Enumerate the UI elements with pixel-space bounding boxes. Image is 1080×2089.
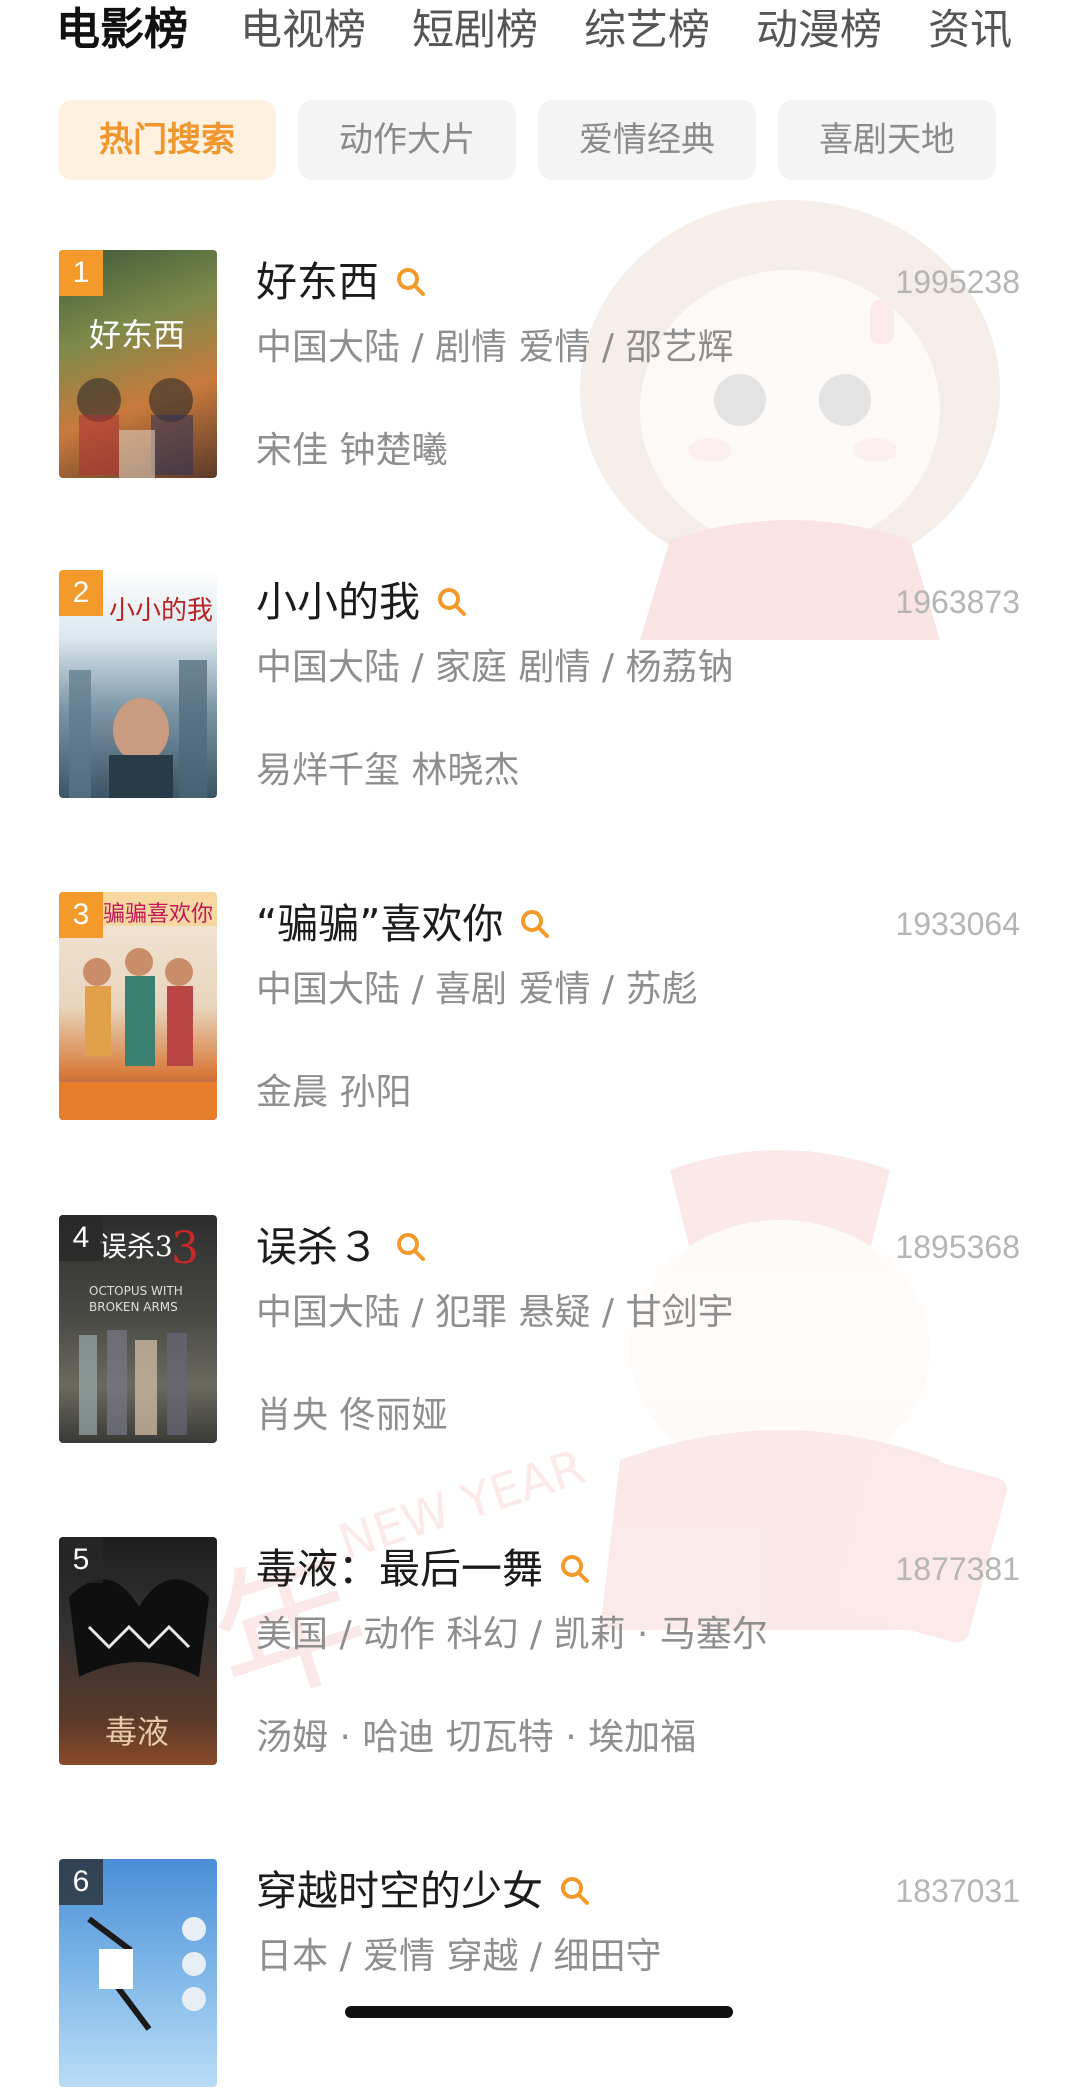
rank-badge: 6 [59, 1859, 103, 1905]
tab-variety-chart[interactable]: 综艺榜 [584, 0, 710, 60]
rank-badge: 1 [59, 250, 103, 296]
movie-title[interactable]: 好东西 [256, 258, 379, 306]
tab-movie-chart[interactable]: 电影榜 [56, 0, 188, 60]
search-icon[interactable] [519, 908, 551, 940]
tab-anime-chart[interactable]: 动漫榜 [756, 0, 882, 60]
search-count: 1995238 [895, 264, 1020, 300]
search-count: 1895368 [895, 1229, 1020, 1265]
title-row: 毒液：最后一舞 [256, 1539, 591, 1599]
title-row: 好东西 [256, 252, 427, 312]
poster-title: 误杀3 [99, 1230, 173, 1263]
movie-cast: 汤姆 · 哈迪 切瓦特 · 埃加福 [256, 1717, 697, 1758]
movie-title[interactable]: 毒液：最后一舞 [256, 1545, 543, 1593]
chip-romance[interactable]: 爱情经典 [538, 100, 756, 180]
movie-title[interactable]: 穿越时空的少女 [256, 1867, 543, 1915]
list-item[interactable]: 好东西 1 好东西 1995238 中国大陆 / 剧情 爱情 / 邵艺辉 宋佳 … [0, 250, 1080, 480]
movie-title[interactable]: “骗骗”喜欢你 [256, 900, 503, 948]
tab-news[interactable]: 资讯 [928, 0, 1012, 60]
svg-text:3: 3 [171, 1223, 199, 1274]
list-item[interactable]: 毒液 5 毒液：最后一舞 1877381 美国 / 动作 科幻 / 凯莉 · 马… [0, 1537, 1080, 1767]
movie-title[interactable]: 小小的我 [256, 578, 420, 626]
search-icon[interactable] [559, 1875, 591, 1907]
poster-title: 骗骗喜欢你 [103, 902, 214, 927]
chip-comedy[interactable]: 喜剧天地 [778, 100, 996, 180]
movie-cast: 肖央 佟丽娅 [256, 1395, 448, 1436]
home-indicator[interactable] [345, 2006, 733, 2018]
movie-poster[interactable]: 骗骗喜欢你 3 [59, 892, 217, 1120]
movie-meta: 中国大陆 / 犯罪 悬疑 / 甘剑宇 [256, 1292, 734, 1333]
movie-poster[interactable]: 好东西 1 [59, 250, 217, 478]
search-icon[interactable] [395, 266, 427, 298]
movie-meta: 中国大陆 / 家庭 剧情 / 杨荔钠 [256, 647, 734, 688]
tab-short-drama-chart[interactable]: 短剧榜 [412, 0, 538, 60]
search-count: 1963873 [895, 584, 1020, 620]
poster-title: 好东西 [89, 316, 186, 354]
rank-badge: 5 [59, 1537, 103, 1583]
title-row: 小小的我 [256, 572, 468, 632]
search-count: 1933064 [895, 906, 1020, 942]
title-row: “骗骗”喜欢你 [256, 894, 551, 954]
chip-action[interactable]: 动作大片 [298, 100, 516, 180]
movie-title[interactable]: 误杀３ [256, 1223, 379, 1271]
list-item[interactable]: 小小的我 2 小小的我 1963873 中国大陆 / 家庭 剧情 / 杨荔钠 易… [0, 570, 1080, 800]
movie-poster[interactable]: 3 OCTOPUS WITH BROKEN ARMS 误杀3 4 [59, 1215, 217, 1443]
search-icon[interactable] [559, 1553, 591, 1585]
title-row: 穿越时空的少女 [256, 1861, 591, 1921]
rank-badge: 4 [59, 1215, 103, 1261]
movie-meta: 美国 / 动作 科幻 / 凯莉 · 马塞尔 [256, 1614, 768, 1655]
movie-poster[interactable]: 毒液 5 [59, 1537, 217, 1765]
search-count: 1837031 [895, 1873, 1020, 1909]
movie-cast: 易烊千玺 林晓杰 [256, 750, 520, 791]
svg-text:OCTOPUS WITH: OCTOPUS WITH [89, 1284, 183, 1298]
movie-meta: 日本 / 爱情 穿越 / 细田守 [256, 1936, 662, 1977]
poster-title: 毒液 [105, 1713, 170, 1751]
movie-poster[interactable]: 小小的我 2 [59, 570, 217, 798]
list-item[interactable]: 骗骗喜欢你 3 “骗骗”喜欢你 1933064 中国大陆 / 喜剧 爱情 / 苏… [0, 892, 1080, 1122]
title-row: 误杀３ [256, 1217, 427, 1277]
filter-chips: 热门搜索 动作大片 爱情经典 喜剧天地 [58, 100, 1018, 182]
search-count: 1877381 [895, 1551, 1020, 1587]
chip-hot-search[interactable]: 热门搜索 [58, 100, 276, 180]
movie-cast: 金晨 孙阳 [256, 1072, 412, 1113]
poster-title: 小小的我 [109, 596, 214, 626]
list-item[interactable]: 6 穿越时空的少女 1837031 日本 / 爱情 穿越 / 细田守 [0, 1859, 1080, 2089]
movie-meta: 中国大陆 / 喜剧 爱情 / 苏彪 [256, 969, 698, 1010]
movie-meta: 中国大陆 / 剧情 爱情 / 邵艺辉 [256, 327, 734, 368]
search-icon[interactable] [395, 1231, 427, 1263]
category-tabs: 电影榜 电视榜 短剧榜 综艺榜 动漫榜 资讯 [56, 0, 1040, 68]
movie-poster[interactable]: 6 [59, 1859, 217, 2087]
list-item[interactable]: 3 OCTOPUS WITH BROKEN ARMS 误杀3 4 误杀３ 189… [0, 1215, 1080, 1445]
tab-tv-chart[interactable]: 电视榜 [240, 0, 366, 60]
svg-text:BROKEN ARMS: BROKEN ARMS [89, 1300, 178, 1314]
rank-badge: 3 [59, 892, 103, 938]
rank-badge: 2 [59, 570, 103, 616]
search-icon[interactable] [436, 586, 468, 618]
movie-cast: 宋佳 钟楚曦 [256, 430, 448, 471]
